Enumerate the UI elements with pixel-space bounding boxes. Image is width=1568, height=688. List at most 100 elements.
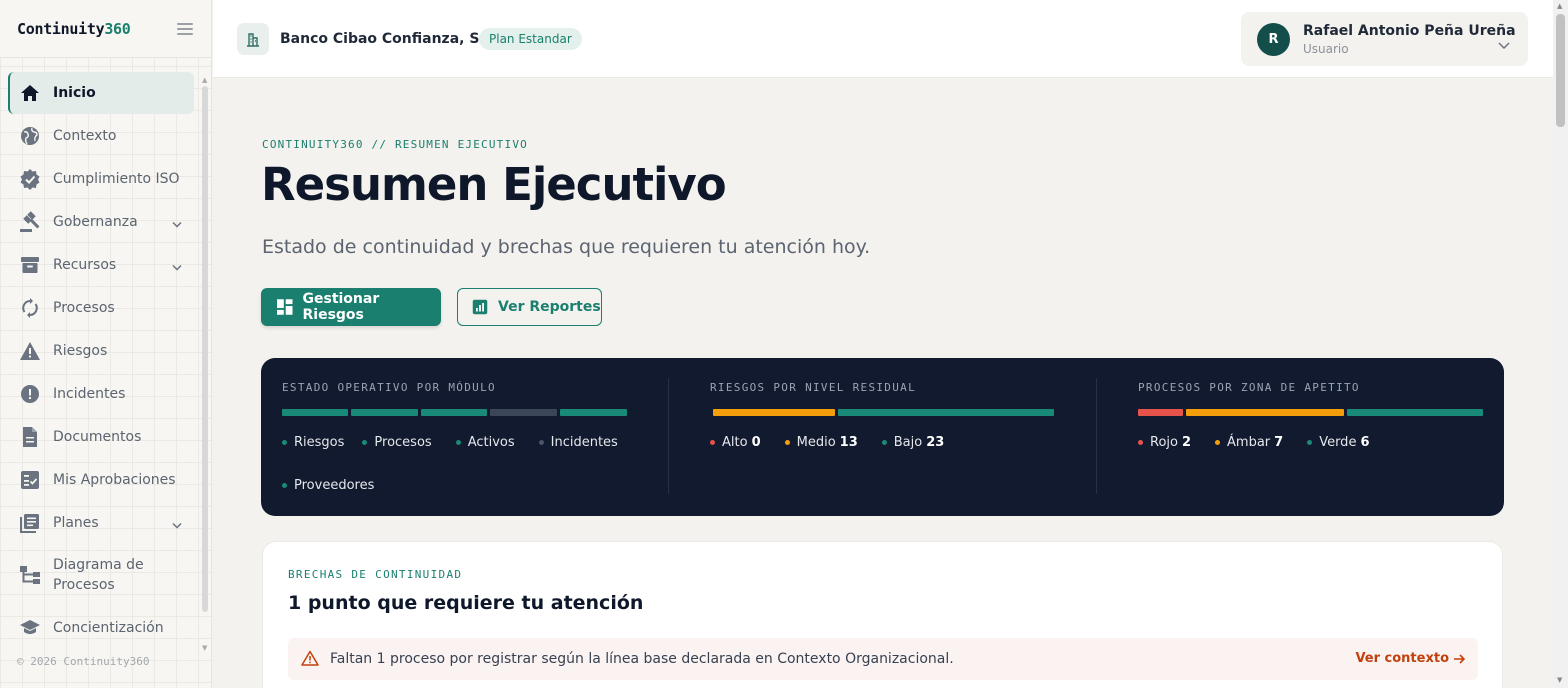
- sidebar-item-label: Procesos: [53, 299, 115, 316]
- chevron-down-icon: [1498, 34, 1510, 53]
- sidebar-item-procesos[interactable]: Procesos: [8, 286, 194, 329]
- sidebar-item-mis-aprobaciones[interactable]: Mis Aprobaciones: [8, 458, 194, 501]
- sidebar-item-inicio[interactable]: Inicio: [8, 72, 194, 114]
- chevron-down-icon: [172, 513, 182, 532]
- section-title: RIESGOS POR NIVEL RESIDUAL: [710, 381, 916, 394]
- legend-item: Medio 13: [784, 434, 858, 451]
- user-name: Rafael Antonio Peña Ureña: [1303, 23, 1516, 39]
- app-logo[interactable]: Continuity360: [17, 20, 131, 38]
- menu-toggle-icon[interactable]: [177, 22, 193, 35]
- legend-item: Verde 6: [1307, 434, 1369, 451]
- module-legend: Riesgos Procesos Activos Incidentes Prov…: [282, 434, 627, 494]
- bar-segment-ambar: [1186, 409, 1344, 416]
- legend-item: Incidentes: [538, 434, 618, 451]
- sidebar-scrollbar[interactable]: [202, 86, 208, 612]
- bar-segment-procesos: [351, 409, 418, 416]
- sidebar-item-label: Gobernanza: [53, 213, 138, 230]
- legend-item: Bajo 23: [881, 434, 944, 451]
- flowchart-icon: [19, 564, 41, 586]
- alert-circle-icon: [19, 383, 41, 405]
- scroll-up-icon[interactable]: ▲: [202, 76, 207, 84]
- chevron-down-icon: [172, 255, 182, 274]
- sidebar-item-diagrama-de-procesos[interactable]: Diagrama de Procesos: [8, 544, 194, 606]
- sidebar-nav: Inicio Contexto Cumplimiento ISO Goberna…: [8, 72, 194, 649]
- bar-segment-verde: [1347, 409, 1483, 416]
- legend-item: Riesgos: [282, 434, 344, 451]
- link-label: Ver contexto: [1355, 651, 1449, 666]
- gap-alert: Faltan 1 proceso por registrar según la …: [288, 638, 1478, 680]
- alert-message: Faltan 1 proceso por registrar según la …: [330, 651, 954, 667]
- warning-icon: [19, 340, 41, 362]
- risk-legend: Alto 0 Medio 13 Bajo 23: [710, 434, 944, 451]
- page-subtitle: Estado de continuidad y brechas que requ…: [262, 236, 871, 258]
- sidebar-item-label: Mis Aprobaciones: [53, 471, 176, 488]
- sidebar-item-incidentes[interactable]: Incidentes: [8, 372, 194, 415]
- status-panel: ESTADO OPERATIVO POR MÓDULO Riesgos Proc…: [261, 358, 1504, 516]
- section-title: PROCESOS POR ZONA DE APETITO: [1138, 381, 1360, 394]
- sidebar-item-contexto[interactable]: Contexto: [8, 114, 194, 157]
- archive-icon: [19, 254, 41, 276]
- user-role: Usuario: [1303, 42, 1349, 56]
- warning-icon: [301, 650, 319, 670]
- continuity-gaps-card: BRECHAS DE CONTINUIDAD 1 punto que requi…: [262, 541, 1503, 688]
- sidebar-item-concientizacion[interactable]: Concientización: [8, 606, 194, 649]
- scroll-up-icon[interactable]: ▲: [1557, 2, 1562, 10]
- sidebar-item-documentos[interactable]: Documentos: [8, 415, 194, 458]
- section-divider: [1096, 378, 1097, 494]
- sidebar-item-riesgos[interactable]: Riesgos: [8, 329, 194, 372]
- sidebar-item-label: Riesgos: [53, 342, 108, 359]
- top-header: Banco Cibao Confianza, S.A. Plan Estanda…: [213, 0, 1553, 78]
- plan-badge: Plan Estandar: [479, 28, 582, 50]
- globe-icon: [19, 125, 41, 147]
- bar-chart-icon: [472, 299, 488, 315]
- legend-item: Proveedores: [282, 477, 374, 494]
- sidebar-item-label: Contexto: [53, 127, 117, 144]
- residual-risk-section: RIESGOS POR NIVEL RESIDUAL Alto 0 Medio 13…: [710, 358, 1055, 516]
- legend-item: Alto 0: [710, 434, 761, 451]
- appetite-legend: Rojo 2 Ámbar 7 Verde 6: [1138, 434, 1369, 451]
- legend-item: Ámbar 7: [1215, 434, 1283, 451]
- sidebar-item-label: Recursos: [53, 256, 117, 273]
- scroll-down-icon[interactable]: ▼: [202, 644, 207, 652]
- button-label: Ver Reportes: [498, 299, 601, 315]
- bar-segment-proveedores: [560, 409, 627, 416]
- page-scrollbar[interactable]: ▲ ▼: [1553, 0, 1568, 688]
- legend-item: Rojo 2: [1138, 434, 1191, 451]
- appetite-zone-section: PROCESOS POR ZONA DE APETITO Rojo 2 Ámbar…: [1138, 358, 1483, 516]
- scroll-down-icon[interactable]: ▼: [1557, 676, 1562, 684]
- scrollbar-thumb[interactable]: [1556, 14, 1565, 127]
- document-icon: [19, 426, 41, 448]
- sync-icon: [19, 297, 41, 319]
- legend-item: Procesos: [362, 434, 432, 451]
- card-eyebrow: BRECHAS DE CONTINUIDAD: [288, 568, 463, 581]
- copyright-text: © 2026 Continuity360: [17, 655, 150, 668]
- verified-badge-icon: [19, 168, 41, 190]
- section-divider: [668, 378, 669, 494]
- bar-segment-rojo: [1138, 409, 1183, 416]
- organization-name: Banco Cibao Confianza, S.A.: [280, 31, 502, 47]
- bar-segment-incidentes: [490, 409, 557, 416]
- manage-risks-button[interactable]: Gestionar Riesgos: [261, 288, 441, 326]
- sidebar-item-gobernanza[interactable]: Gobernanza: [8, 200, 194, 243]
- view-context-link[interactable]: Ver contexto: [1355, 651, 1466, 666]
- user-menu[interactable]: R Rafael Antonio Peña Ureña Usuario: [1241, 12, 1528, 66]
- bar-segment-riesgos: [282, 409, 348, 416]
- bar-segment-bajo: [838, 409, 1054, 416]
- gavel-icon: [19, 210, 41, 233]
- bar-segment-activos: [421, 409, 487, 416]
- section-title: ESTADO OPERATIVO POR MÓDULO: [282, 381, 496, 394]
- sidebar-item-label: Planes: [53, 514, 99, 531]
- dashboard-icon: [277, 299, 293, 315]
- school-icon: [19, 617, 41, 639]
- sidebar-item-planes[interactable]: Planes: [8, 501, 194, 544]
- sidebar-item-cumplimiento-iso[interactable]: Cumplimiento ISO: [8, 157, 194, 200]
- module-status-section: ESTADO OPERATIVO POR MÓDULO Riesgos Proc…: [282, 358, 627, 516]
- sidebar-item-label: Inicio: [53, 85, 96, 101]
- legend-item: Activos: [455, 434, 515, 451]
- sidebar-item-recursos[interactable]: Recursos: [8, 243, 194, 286]
- view-reports-button[interactable]: Ver Reportes: [457, 288, 602, 326]
- sidebar-item-label: Cumplimiento ISO: [53, 170, 180, 187]
- sidebar: Continuity360 Inicio Contexto Cumplimien…: [0, 0, 212, 688]
- page-title: Resumen Ejecutivo: [261, 158, 727, 211]
- sidebar-item-label: Diagrama de Procesos: [53, 557, 144, 593]
